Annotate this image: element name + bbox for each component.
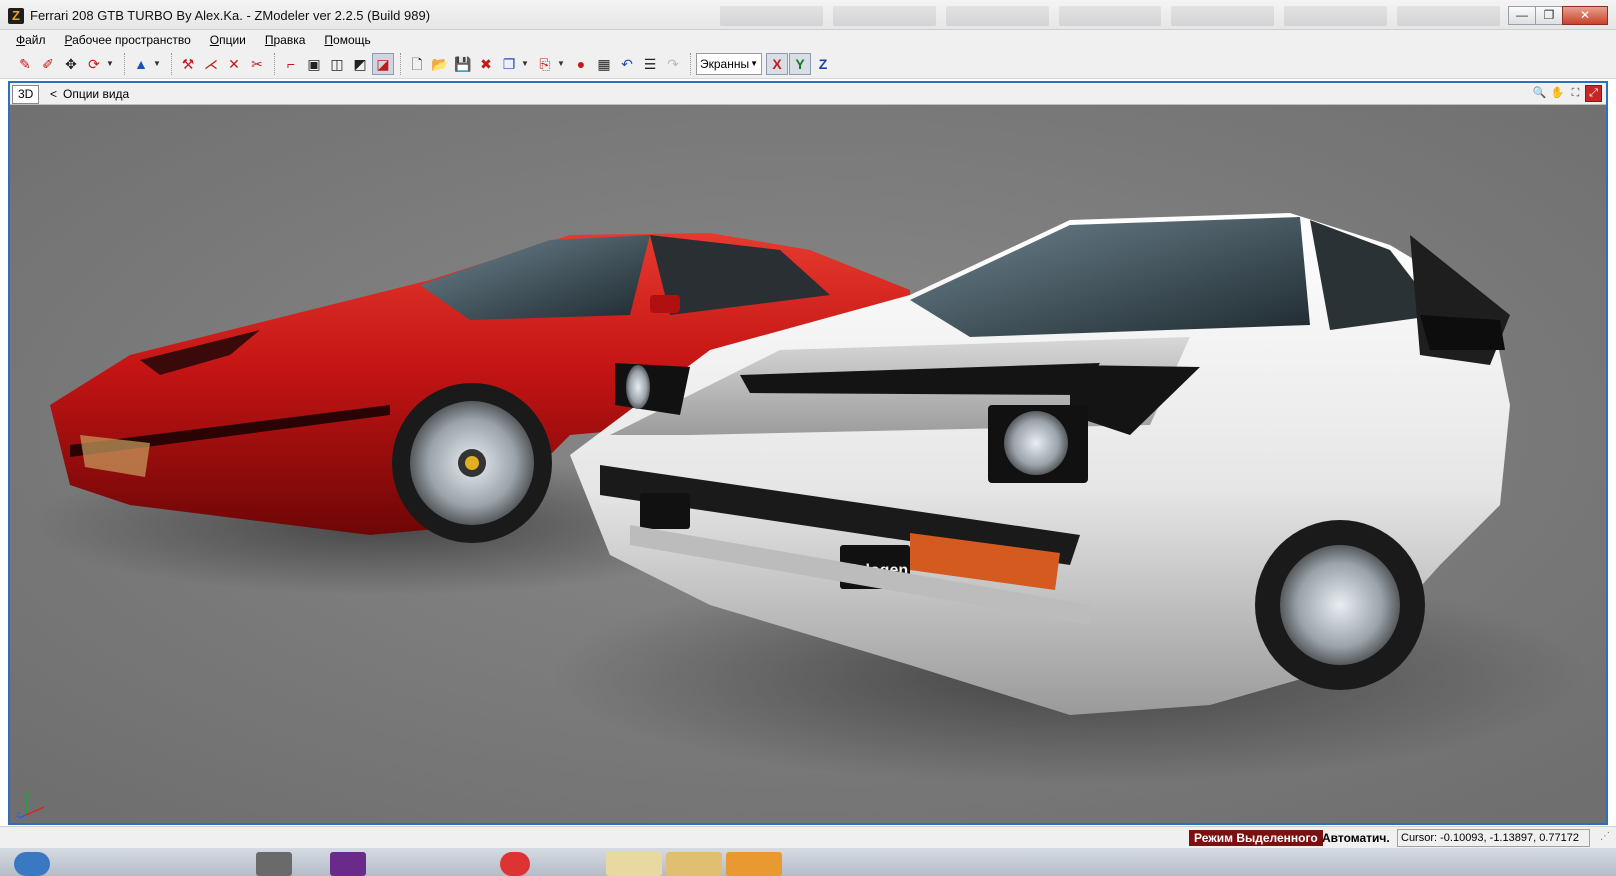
scale-icon[interactable]: ▲ <box>130 53 152 75</box>
close-button[interactable]: ✕ <box>1562 6 1608 25</box>
viewport-options-arrow[interactable]: < <box>50 87 57 101</box>
auto-mode-label[interactable]: Автоматич. <box>1322 831 1390 845</box>
toolbar-separator <box>124 53 125 75</box>
window-title: Ferrari 208 GTB TURBO By Alex.Ka. - ZMod… <box>30 8 431 23</box>
axis-z-toggle[interactable]: Z <box>812 53 834 75</box>
viewport-3d[interactable]: 3D < Опции вида 🔍 ✋ ⛶ ⤢ y z <box>8 81 1608 825</box>
axis-z-label: z <box>16 810 20 819</box>
redo-icon: ↷ <box>667 56 679 72</box>
viewport-tools: 🔍 ✋ ⛶ ⤢ <box>1530 85 1602 102</box>
move-icon[interactable]: ✥ <box>60 53 82 75</box>
create-sphere-icon[interactable]: ◩ <box>349 53 371 75</box>
taskbar-app-icon[interactable] <box>500 852 530 876</box>
fit-view-icon[interactable]: ⛶ <box>1567 85 1584 102</box>
rotate-icon[interactable]: ⟳ <box>83 53 105 75</box>
viewport-options-label[interactable]: Опции вида <box>63 87 129 101</box>
taskbar-app-icon[interactable] <box>726 852 782 876</box>
chevron-down-icon: ▼ <box>750 59 758 68</box>
toolbar-separator <box>400 53 401 75</box>
view-mode-value: Экранны <box>700 57 750 71</box>
view-mode-select[interactable]: Экранны ▼ <box>696 53 762 75</box>
zoom-icon[interactable]: 🔍 <box>1531 85 1548 102</box>
undo-icon[interactable]: ↶ <box>616 53 638 75</box>
title-bar: Z Ferrari 208 GTB TURBO By Alex.Ka. - ZM… <box>0 0 1616 30</box>
taskbar-app-icon[interactable] <box>606 852 662 876</box>
cut-icon[interactable]: ✂ <box>246 53 268 75</box>
split-icon[interactable]: ✕ <box>223 53 245 75</box>
taskbar-app-icon[interactable] <box>256 852 292 876</box>
zmodeler-app-icon[interactable]: Z <box>8 8 24 24</box>
start-button-icon[interactable] <box>14 852 50 876</box>
menu-bar: Файл Рабочее пространство Опции Правка П… <box>0 30 1616 50</box>
maximize-viewport-icon[interactable]: ⤢ <box>1585 85 1602 102</box>
resize-grip-icon[interactable]: ⋰ <box>1600 831 1610 842</box>
viewport-header: 3D < Опции вида 🔍 ✋ ⛶ ⤢ <box>10 83 1606 105</box>
menu-workspace[interactable]: Рабочее пространство <box>65 33 191 47</box>
title-bar-background-thumbnails <box>720 6 1501 26</box>
create-cylinder-icon[interactable]: ◫ <box>326 53 348 75</box>
create-plane-icon[interactable]: ◪ <box>372 53 394 75</box>
render-icon[interactable]: ● <box>570 53 592 75</box>
main-toolbar: ✎ ✐ ✥ ⟳ ▼ ▲ ▼ ⚒ ⋌ ✕ ✂ ⌐ ▣ ◫ ◩ ◪ 🗋 📂 💾 ✖ … <box>0 50 1616 79</box>
paste-icon[interactable]: ⎘ <box>534 53 556 75</box>
axis-y-toggle[interactable]: Y <box>789 53 811 75</box>
selection-mode-badge[interactable]: Режим Выделенного <box>1189 830 1323 846</box>
taskbar-app-icon[interactable] <box>666 852 722 876</box>
copy-icon[interactable]: ❐ <box>498 53 520 75</box>
toolbar-separator <box>171 53 172 75</box>
maximize-button[interactable]: ❐ <box>1535 6 1563 25</box>
select-polygons-icon[interactable]: ✐ <box>37 53 59 75</box>
axis-x-toggle[interactable]: X <box>766 53 788 75</box>
pan-hand-icon[interactable]: ✋ <box>1549 85 1566 102</box>
extrude-icon[interactable]: ⌐ <box>280 53 302 75</box>
toolbar-separator <box>274 53 275 75</box>
axis-y-label: y <box>28 788 32 797</box>
minimize-button[interactable]: — <box>1508 6 1536 25</box>
properties-icon[interactable]: ☰ <box>639 53 661 75</box>
rendered-cars-scene: Halogen <box>10 105 1606 823</box>
viewport-type-button[interactable]: 3D <box>12 85 40 104</box>
status-bar: Режим Выделенного Автоматич. Cursor: -0.… <box>0 826 1616 848</box>
rotate-dropdown-chevron-icon[interactable]: ▼ <box>106 53 116 75</box>
mirror-icon[interactable]: ⚒ <box>177 53 199 75</box>
menu-edit[interactable]: Правка <box>265 33 306 47</box>
menu-help[interactable]: Помощь <box>324 33 370 47</box>
toolbar-separator <box>690 53 691 75</box>
weld-icon[interactable]: ⋌ <box>200 53 222 75</box>
menu-options[interactable]: Опции <box>210 33 246 47</box>
select-vertices-icon[interactable]: ✎ <box>14 53 36 75</box>
axis-gizmo-icon: y z <box>16 788 45 819</box>
window-controls: — ❐ ✕ <box>1508 6 1608 25</box>
cursor-coordinates: Cursor: -0.10093, -1.13897, 0.77172 <box>1397 829 1590 847</box>
scale-dropdown-chevron-icon[interactable]: ▼ <box>153 53 163 75</box>
create-box-icon[interactable]: ▣ <box>303 53 325 75</box>
delete-icon[interactable]: ✖ <box>475 53 497 75</box>
copy-dropdown-chevron-icon[interactable]: ▼ <box>521 53 531 75</box>
taskbar-app-icon[interactable] <box>330 852 366 876</box>
open-file-icon[interactable]: 📂 <box>429 53 451 75</box>
paste-dropdown-chevron-icon[interactable]: ▼ <box>557 53 567 75</box>
material-icon[interactable]: ▦ <box>593 53 615 75</box>
new-file-icon[interactable]: 🗋 <box>406 53 428 75</box>
menu-file[interactable]: Файл <box>16 33 46 47</box>
save-file-icon[interactable]: 💾 <box>452 53 474 75</box>
os-taskbar <box>0 848 1616 876</box>
